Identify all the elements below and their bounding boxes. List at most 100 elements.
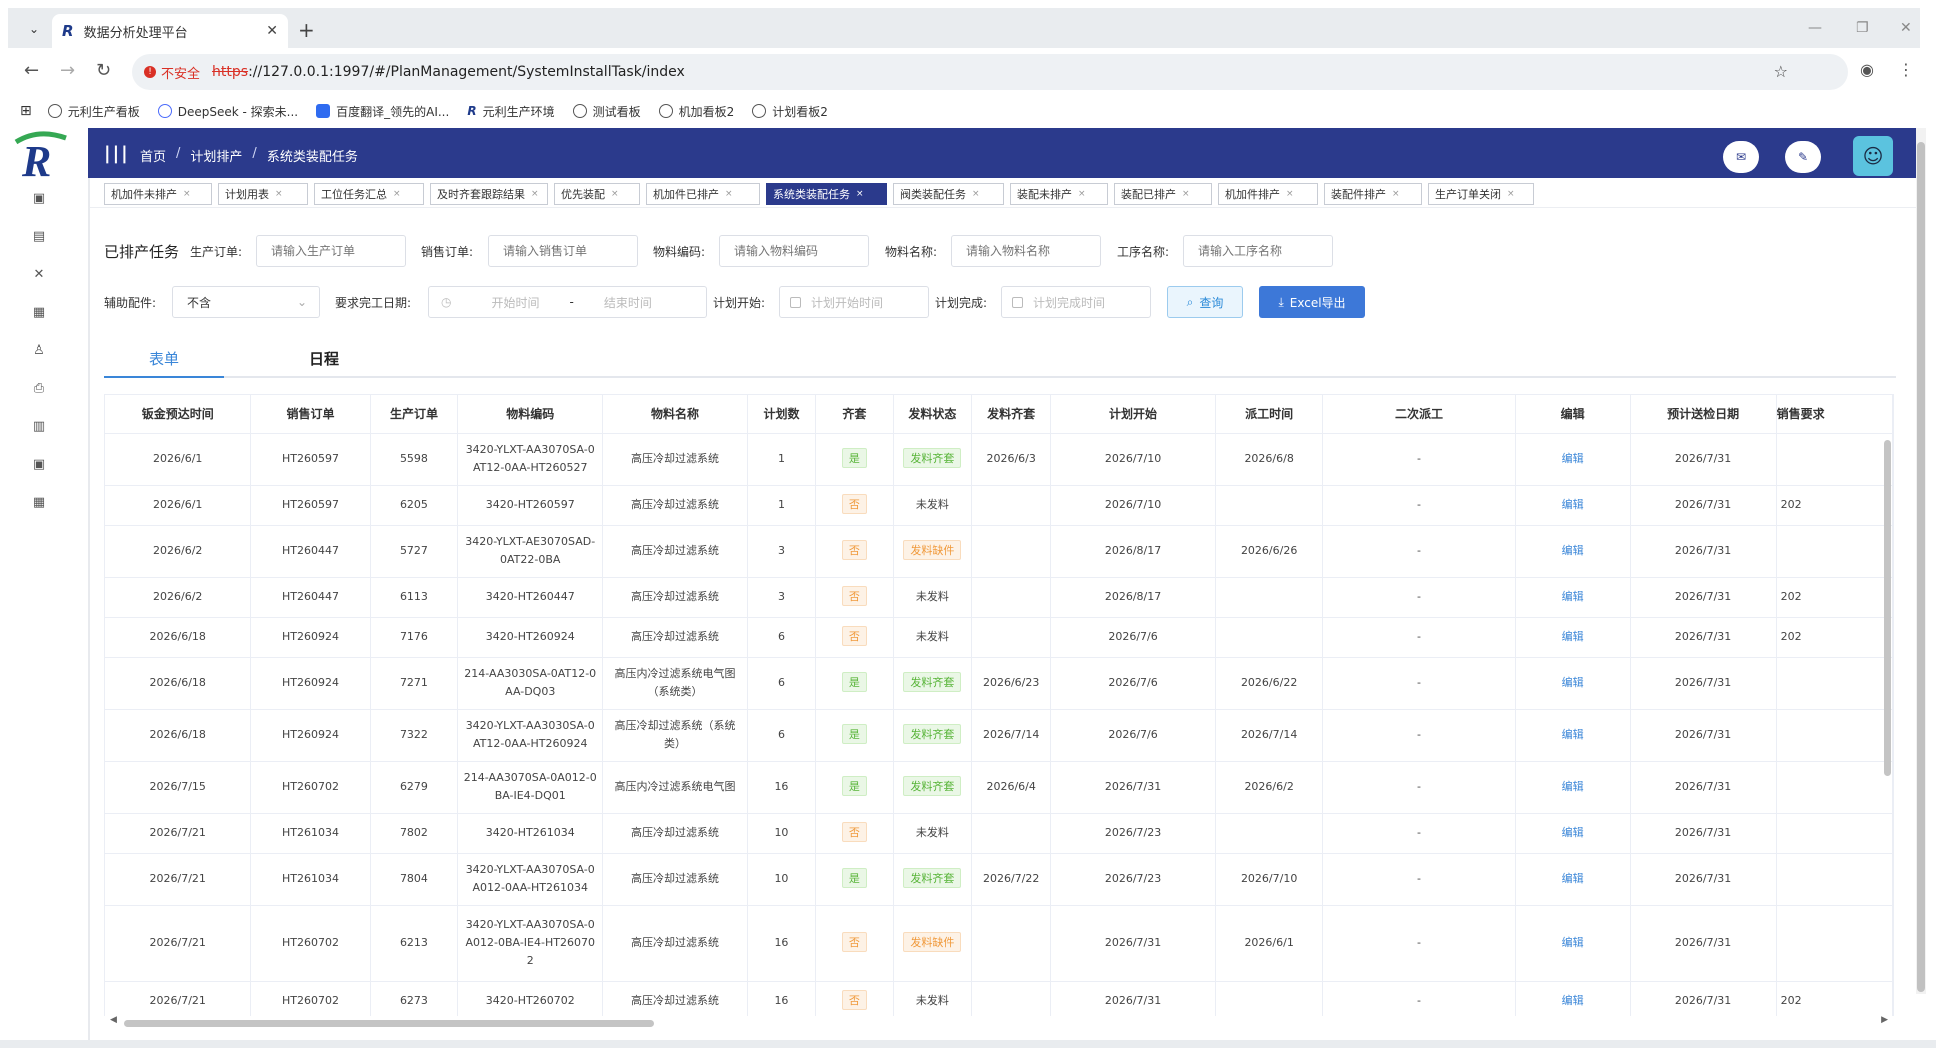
tag-close-icon[interactable]: × <box>1507 189 1515 199</box>
report-icon[interactable]: ▦ <box>31 305 47 321</box>
screen-icon[interactable]: ▣ <box>31 457 47 473</box>
aux-parts-select[interactable]: 不含 ⌄ <box>172 286 320 318</box>
table-cell[interactable]: 编辑 <box>1515 761 1631 814</box>
table-cell[interactable]: 编辑 <box>1515 525 1631 578</box>
edit-link[interactable]: 编辑 <box>1562 826 1584 839</box>
user-avatar[interactable]: ☺ <box>1853 136 1893 176</box>
material-name-input[interactable] <box>951 235 1101 267</box>
bookmark-star-icon[interactable]: ☆ <box>1774 62 1788 81</box>
due-date-range[interactable]: ◷ 开始时间 - 结束时间 <box>428 286 707 318</box>
tag-item[interactable]: 阀类装配任务 × <box>893 183 1004 205</box>
browser-tab-active[interactable]: R 数据分析处理平台 ✕ <box>52 14 288 48</box>
tab-search-dropdown[interactable]: ⌄ <box>22 17 46 41</box>
tag-item[interactable]: 工位任务汇总 × <box>314 183 424 205</box>
table-cell[interactable]: 编辑 <box>1515 657 1631 710</box>
printer-icon[interactable]: ⎙ <box>31 381 47 397</box>
tag-close-icon[interactable]: × <box>1078 189 1086 199</box>
bookmark-item[interactable]: DeepSeek - 探索未... <box>157 103 298 120</box>
table-cell[interactable]: 编辑 <box>1515 981 1631 1021</box>
browser-menu-icon[interactable]: ⋮ <box>1898 60 1914 79</box>
table-cell[interactable]: 编辑 <box>1515 853 1631 906</box>
tag-item[interactable]: 优先装配 × <box>554 183 640 205</box>
table-cell[interactable]: 编辑 <box>1515 905 1631 982</box>
edit-link[interactable]: 编辑 <box>1562 452 1584 465</box>
tag-close-icon[interactable]: × <box>531 189 539 199</box>
bookmark-item[interactable]: 计划看板2 <box>752 103 828 120</box>
tag-item[interactable]: 系统类装配任务 × <box>766 183 887 205</box>
edit-link[interactable]: 编辑 <box>1562 780 1584 793</box>
insecure-badge[interactable]: ! 不安全 <box>144 63 200 82</box>
restore-icon[interactable]: ❐ <box>1856 20 1869 36</box>
tag-item[interactable]: 机加件未排产 × <box>104 183 212 205</box>
tag-item[interactable]: 装配件排产 × <box>1324 183 1422 205</box>
profile-icon[interactable]: ◉ <box>1860 60 1874 79</box>
tag-close-icon[interactable]: × <box>725 189 733 199</box>
url-bar[interactable]: ! 不安全 https://127.0.0.1:1997/#/PlanManage… <box>132 54 1848 90</box>
forward-icon[interactable]: → <box>60 60 75 81</box>
clipboard-icon[interactable]: ▥ <box>31 419 47 435</box>
bookmark-item[interactable]: 百度翻译_领先的AI... <box>316 103 449 120</box>
tag-close-icon[interactable]: × <box>611 189 619 199</box>
tab-form[interactable]: 表单 <box>104 348 224 369</box>
bookmark-item[interactable]: 元利生产看板 <box>47 103 140 120</box>
table-horizontal-scrollbar[interactable] <box>124 1020 654 1027</box>
calendar-icon[interactable]: ▦ <box>31 495 47 511</box>
tab-schedule[interactable]: 日程 <box>264 348 384 369</box>
bookmark-item[interactable]: 机加看板2 <box>658 103 734 120</box>
monitor-icon[interactable]: ▣ <box>31 191 47 207</box>
tag-item[interactable]: 机加件已排产 × <box>646 183 760 205</box>
edit-link[interactable]: 编辑 <box>1562 676 1584 689</box>
tag-close-icon[interactable]: × <box>856 189 864 199</box>
tools-icon[interactable]: ✕ <box>31 267 47 283</box>
tag-close-icon[interactable]: × <box>1286 189 1294 199</box>
tag-close-icon[interactable]: × <box>972 189 980 199</box>
plan-start-input[interactable]: 计划开始时间 <box>779 286 929 318</box>
minimize-icon[interactable]: — <box>1808 20 1822 36</box>
edit-link[interactable]: 编辑 <box>1562 544 1584 557</box>
tag-close-icon[interactable]: × <box>1182 189 1190 199</box>
message-icon[interactable]: ✉ <box>1723 141 1759 173</box>
edit-link[interactable]: 编辑 <box>1562 872 1584 885</box>
edit-link[interactable]: 编辑 <box>1562 936 1584 949</box>
tag-item[interactable]: 及时齐套跟踪结果 × <box>430 183 548 205</box>
table-cell[interactable]: 编辑 <box>1515 433 1631 486</box>
process-input[interactable] <box>1183 235 1333 267</box>
table-vertical-scrollbar[interactable] <box>1884 440 1891 776</box>
tag-close-icon[interactable]: × <box>1392 189 1400 199</box>
tag-item[interactable]: 装配已排产 × <box>1114 183 1212 205</box>
tag-close-icon[interactable]: × <box>183 189 191 199</box>
back-icon[interactable]: ← <box>24 60 39 81</box>
document-check-icon[interactable]: ▤ <box>31 229 47 245</box>
scroll-left-icon[interactable]: ◀ <box>110 1015 117 1025</box>
tag-close-icon[interactable]: × <box>393 189 401 199</box>
table-cell[interactable]: 编辑 <box>1515 617 1631 658</box>
edit-link[interactable]: 编辑 <box>1562 728 1584 741</box>
window-close-icon[interactable]: ✕ <box>1900 20 1912 36</box>
reload-icon[interactable]: ↻ <box>96 60 111 81</box>
edit-link[interactable]: 编辑 <box>1562 630 1584 643</box>
table-cell[interactable]: 编辑 <box>1515 577 1631 618</box>
stamp-icon[interactable]: ♙ <box>31 343 47 359</box>
menu-toggle-icon[interactable]: ||| <box>104 143 130 164</box>
edit-link[interactable]: 编辑 <box>1562 498 1584 511</box>
bookmark-item[interactable]: R 元利生产环境 <box>467 103 554 120</box>
table-cell[interactable]: 编辑 <box>1515 709 1631 762</box>
breadcrumb-plan[interactable]: 计划排产 <box>190 146 242 165</box>
sales-order-input[interactable] <box>488 235 638 267</box>
edit-link[interactable]: 编辑 <box>1562 994 1584 1007</box>
new-tab-icon[interactable]: + <box>298 18 315 42</box>
scroll-right-icon[interactable]: ▶ <box>1881 1015 1888 1025</box>
apps-grid-icon[interactable]: ⊞ <box>20 103 32 119</box>
bookmark-item[interactable]: 测试看板 <box>572 103 641 120</box>
search-button[interactable]: ⌕ 查询 <box>1167 286 1243 318</box>
edit-link[interactable]: 编辑 <box>1562 590 1584 603</box>
table-cell[interactable]: 编辑 <box>1515 485 1631 526</box>
tag-item[interactable]: 机加件排产 × <box>1218 183 1318 205</box>
material-code-input[interactable] <box>719 235 869 267</box>
prod-order-input[interactable] <box>256 235 406 267</box>
table-cell[interactable]: 编辑 <box>1515 813 1631 854</box>
plan-done-input[interactable]: 计划完成时间 <box>1001 286 1151 318</box>
page-vertical-scrollbar[interactable] <box>1917 142 1925 992</box>
excel-export-button[interactable]: ⤓ Excel导出 <box>1259 286 1365 318</box>
tag-item[interactable]: 装配未排产 × <box>1010 183 1108 205</box>
